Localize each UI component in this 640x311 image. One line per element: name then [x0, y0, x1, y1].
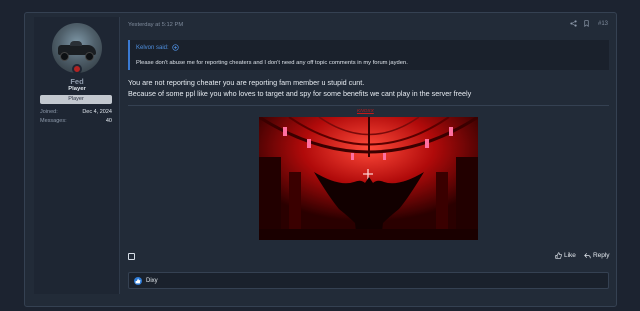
- quote-header[interactable]: Kelvon said:: [136, 44, 179, 51]
- share-icon[interactable]: [570, 20, 577, 27]
- signature-image: [259, 117, 478, 240]
- signature-divider: [128, 105, 609, 106]
- user-cell: Fed Player Player Joined: Dec 4, 2024 Me…: [34, 17, 120, 294]
- messages-value[interactable]: 40: [106, 118, 112, 124]
- user-banner: Player: [40, 95, 112, 104]
- messages-label: Messages:: [40, 118, 67, 124]
- jump-to-quote-icon[interactable]: [172, 44, 179, 51]
- message-line: Because of some ppl like you who loves t…: [128, 89, 472, 98]
- username[interactable]: Fed: [34, 77, 120, 86]
- signature-text: KNOXX: [357, 109, 374, 114]
- select-checkbox[interactable]: [128, 253, 135, 260]
- reply-icon: [584, 253, 591, 259]
- like-reaction-icon: [134, 276, 142, 285]
- reaction-users[interactable]: Dixy: [146, 278, 158, 284]
- like-label: Like: [564, 252, 576, 259]
- user-title: Player: [68, 86, 86, 92]
- joined-label: Joined:: [40, 109, 58, 115]
- post-meta-actions: [570, 20, 590, 27]
- reply-button[interactable]: Reply: [584, 252, 610, 259]
- message-body: You are not reporting cheater you are re…: [128, 77, 471, 99]
- reply-label: Reply: [592, 252, 610, 259]
- quote-author[interactable]: Kelvon said:: [136, 45, 169, 51]
- message-line: You are not reporting cheater you are re…: [128, 78, 365, 87]
- quote-block: Kelvon said: Please don't abuse me for r…: [128, 40, 609, 70]
- post-actions: Like Reply: [555, 252, 610, 259]
- reactions-bar[interactable]: Dixy: [128, 272, 609, 289]
- quote-text: Please don't abuse me for reporting chea…: [136, 60, 408, 66]
- joined-value: Dec 4, 2024: [82, 109, 112, 115]
- joined-stat: Joined: Dec 4, 2024: [40, 109, 112, 115]
- post-date[interactable]: Yesterday at 5:12 PM: [128, 22, 183, 28]
- thumbs-up-icon: [555, 252, 562, 259]
- post-number[interactable]: #13: [598, 21, 608, 27]
- bookmark-icon[interactable]: [583, 20, 590, 27]
- like-button[interactable]: Like: [555, 252, 576, 259]
- messages-stat: Messages: 40: [40, 118, 112, 124]
- status-icon: [72, 64, 82, 74]
